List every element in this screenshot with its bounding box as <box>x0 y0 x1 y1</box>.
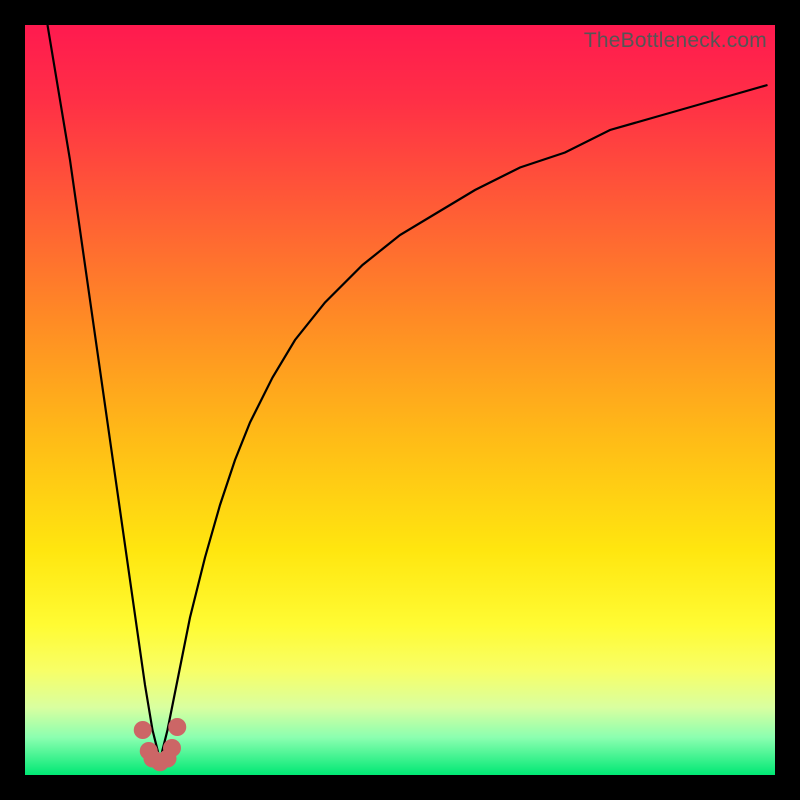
dip-marker <box>168 718 186 736</box>
plot-area: TheBottleneck.com <box>25 25 775 775</box>
series-right-branch <box>160 85 768 760</box>
frame: TheBottleneck.com <box>0 0 800 800</box>
chart-curves <box>25 25 775 775</box>
series-left-branch <box>48 25 161 760</box>
dip-marker <box>134 721 152 739</box>
dip-marker <box>163 739 181 757</box>
watermark-text: TheBottleneck.com <box>584 29 767 53</box>
